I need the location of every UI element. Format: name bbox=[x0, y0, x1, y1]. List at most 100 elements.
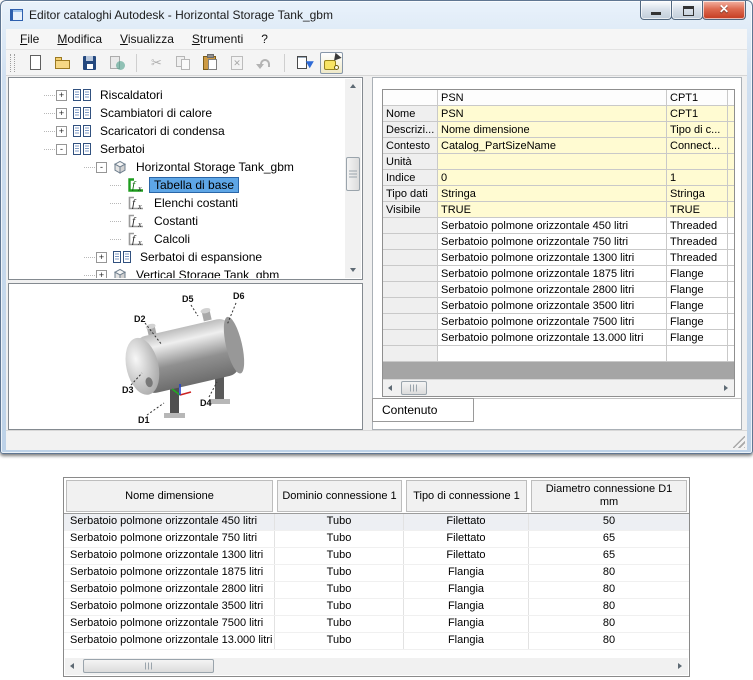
table-row[interactable]: Serbatoio polmone orizzontale 450 litri T… bbox=[64, 514, 689, 531]
psn-cell[interactable]: Serbatoio polmone orizzontale 3500 litri bbox=[438, 298, 667, 314]
scroll-thumb[interactable] bbox=[83, 659, 214, 673]
expander-collapsed[interactable]: + bbox=[96, 251, 107, 263]
row-header-cell[interactable] bbox=[383, 250, 438, 266]
minimize-button[interactable] bbox=[640, 1, 672, 20]
row-header-cell[interactable] bbox=[383, 234, 438, 250]
cpt1-cell[interactable]: Flange bbox=[667, 282, 728, 298]
row-header-cell[interactable]: Unità bbox=[383, 154, 438, 170]
scroll-down-button[interactable] bbox=[345, 262, 361, 278]
tree-item-costanti[interactable]: f x Costanti bbox=[10, 212, 345, 230]
psn-cell[interactable]: TRUE bbox=[438, 202, 667, 218]
scroll-thumb[interactable] bbox=[401, 381, 427, 395]
save-button[interactable] bbox=[78, 52, 101, 74]
spare-cell[interactable] bbox=[728, 170, 734, 186]
cpt1-cell[interactable]: Threaded bbox=[667, 234, 728, 250]
psn-cell[interactable]: PSN bbox=[438, 106, 667, 122]
cpt1-cell[interactable] bbox=[667, 154, 728, 170]
cpt1-cell[interactable]: Flange bbox=[667, 314, 728, 330]
table-row[interactable]: Serbatoio polmone orizzontale 1875 litri… bbox=[64, 565, 689, 582]
title-bar[interactable]: Editor cataloghi Autodesk - Horizontal S… bbox=[10, 6, 333, 24]
row-header-cell[interactable]: Visibile bbox=[383, 202, 438, 218]
column-header-1[interactable]: Dominio connessione 1 bbox=[275, 478, 404, 513]
cpt1-cell[interactable]: Threaded bbox=[667, 250, 728, 266]
row-header-cell[interactable] bbox=[383, 282, 438, 298]
row-header-cell[interactable] bbox=[383, 266, 438, 282]
expander-collapsed[interactable]: + bbox=[56, 89, 67, 101]
row-header-cell[interactable] bbox=[383, 346, 438, 362]
row-header-cell[interactable] bbox=[383, 298, 438, 314]
scroll-left-button[interactable] bbox=[65, 658, 81, 674]
expander-collapsed[interactable]: + bbox=[96, 269, 107, 278]
new-button[interactable] bbox=[24, 52, 47, 74]
tree-item-serbatoi[interactable]: - Serbatoi bbox=[10, 140, 345, 158]
tab-contenuto[interactable]: Contenuto bbox=[372, 398, 474, 422]
table-row[interactable]: Serbatoio polmone orizzontale 750 litri T… bbox=[64, 531, 689, 548]
spare-cell[interactable] bbox=[728, 138, 734, 154]
psn-cell[interactable]: Serbatoio polmone orizzontale 750 litri bbox=[438, 234, 667, 250]
psn-cell[interactable]: Catalog_PartSizeName bbox=[438, 138, 667, 154]
table-row[interactable]: Serbatoio polmone orizzontale 2800 litri… bbox=[64, 582, 689, 599]
spare-cell[interactable] bbox=[728, 282, 734, 298]
menu-item-strumenti[interactable]: Strumenti bbox=[183, 29, 252, 49]
row-header-cell[interactable]: Nome bbox=[383, 106, 438, 122]
spare-cell[interactable] bbox=[728, 186, 734, 202]
psn-cell[interactable]: Nome dimensione bbox=[438, 122, 667, 138]
tree-item-vertical-storage-tank-gbm[interactable]: + Vertical Storage Tank_gbm bbox=[10, 266, 345, 278]
scroll-up-button[interactable] bbox=[345, 79, 361, 95]
spare-cell[interactable] bbox=[728, 346, 734, 362]
cpt1-cell[interactable]: Connect... bbox=[667, 138, 728, 154]
row-header-cell[interactable]: Contesto bbox=[383, 138, 438, 154]
row-header-cell[interactable] bbox=[383, 314, 438, 330]
psn-cell[interactable] bbox=[438, 154, 667, 170]
paste-button[interactable] bbox=[199, 52, 222, 74]
psn-cell[interactable]: Serbatoio polmone orizzontale 2800 litri bbox=[438, 282, 667, 298]
menu-item-modifica[interactable]: Modifica bbox=[48, 29, 111, 49]
row-header-cell[interactable] bbox=[383, 330, 438, 346]
psn-cell[interactable]: Stringa bbox=[438, 186, 667, 202]
cpt1-cell[interactable]: TRUE bbox=[667, 202, 728, 218]
size-table-horizontal-scrollbar[interactable] bbox=[65, 658, 688, 675]
psn-cell[interactable]: Serbatoio polmone orizzontale 1300 litri bbox=[438, 250, 667, 266]
tree-item-serbatoi-di-espansione[interactable]: + Serbatoi di espansione bbox=[10, 248, 345, 266]
psn-cell[interactable]: 0 bbox=[438, 170, 667, 186]
spare-cell[interactable] bbox=[728, 330, 734, 346]
menu-item-help[interactable]: ? bbox=[252, 29, 277, 49]
cpt1-cell[interactable] bbox=[667, 346, 728, 362]
close-button[interactable]: ✕ bbox=[702, 1, 746, 20]
cpt1-cell[interactable]: Flange bbox=[667, 266, 728, 282]
row-header-cell[interactable]: Tipo dati bbox=[383, 186, 438, 202]
tree-item-scambiatori-di-calore[interactable]: + Scambiatori di calore bbox=[10, 104, 345, 122]
cpt1-cell[interactable]: CPT1 bbox=[667, 106, 728, 122]
spare-cell[interactable] bbox=[728, 314, 734, 330]
open-button[interactable] bbox=[51, 52, 74, 74]
cpt1-cell[interactable]: Tipo di c... bbox=[667, 122, 728, 138]
scroll-left-button[interactable] bbox=[383, 380, 399, 396]
column-header-3[interactable]: Diametro connessione D1 mm bbox=[529, 478, 689, 513]
spare-cell[interactable] bbox=[728, 202, 734, 218]
scroll-right-button[interactable] bbox=[718, 380, 734, 396]
column-header-2[interactable]: Tipo di connessione 1 bbox=[404, 478, 529, 513]
cpt1-cell[interactable]: Flange bbox=[667, 298, 728, 314]
tree-item-tabella-di-base[interactable]: f x Tabella di base bbox=[10, 176, 345, 194]
cpt1-cell[interactable]: Stringa bbox=[667, 186, 728, 202]
toolbar-grip[interactable] bbox=[10, 53, 15, 72]
spare-cell[interactable] bbox=[728, 250, 734, 266]
psn-cell[interactable]: Serbatoio polmone orizzontale 1875 litri bbox=[438, 266, 667, 282]
tree-vertical-scrollbar[interactable] bbox=[345, 79, 361, 278]
table-row[interactable]: Serbatoio polmone orizzontale 1300 litri… bbox=[64, 548, 689, 565]
tree-item-scaricatori-di-condensa[interactable]: + Scaricatori di condensa bbox=[10, 122, 345, 140]
row-header-cell[interactable] bbox=[383, 218, 438, 234]
table-row[interactable]: Serbatoio polmone orizzontale 3500 litri… bbox=[64, 599, 689, 616]
expander-collapsed[interactable]: + bbox=[56, 107, 67, 119]
resize-grip[interactable] bbox=[733, 436, 745, 448]
spare-cell[interactable] bbox=[728, 106, 734, 122]
psn-cell[interactable]: Serbatoio polmone orizzontale 450 litri bbox=[438, 218, 667, 234]
cpt1-cell[interactable]: 1 bbox=[667, 170, 728, 186]
tree-item-elenchi-costanti[interactable]: f x Elenchi costanti bbox=[10, 194, 345, 212]
cpt1-cell[interactable]: Threaded bbox=[667, 218, 728, 234]
tree-item-riscaldatori[interactable]: + Riscaldatori bbox=[10, 86, 345, 104]
psn-cell[interactable] bbox=[438, 346, 667, 362]
menu-item-visualizza[interactable]: Visualizza bbox=[111, 29, 183, 49]
tree-item-horizontal-storage-tank-gbm[interactable]: - Horizontal Storage Tank_gbm bbox=[10, 158, 345, 176]
scroll-right-button[interactable] bbox=[672, 658, 688, 674]
